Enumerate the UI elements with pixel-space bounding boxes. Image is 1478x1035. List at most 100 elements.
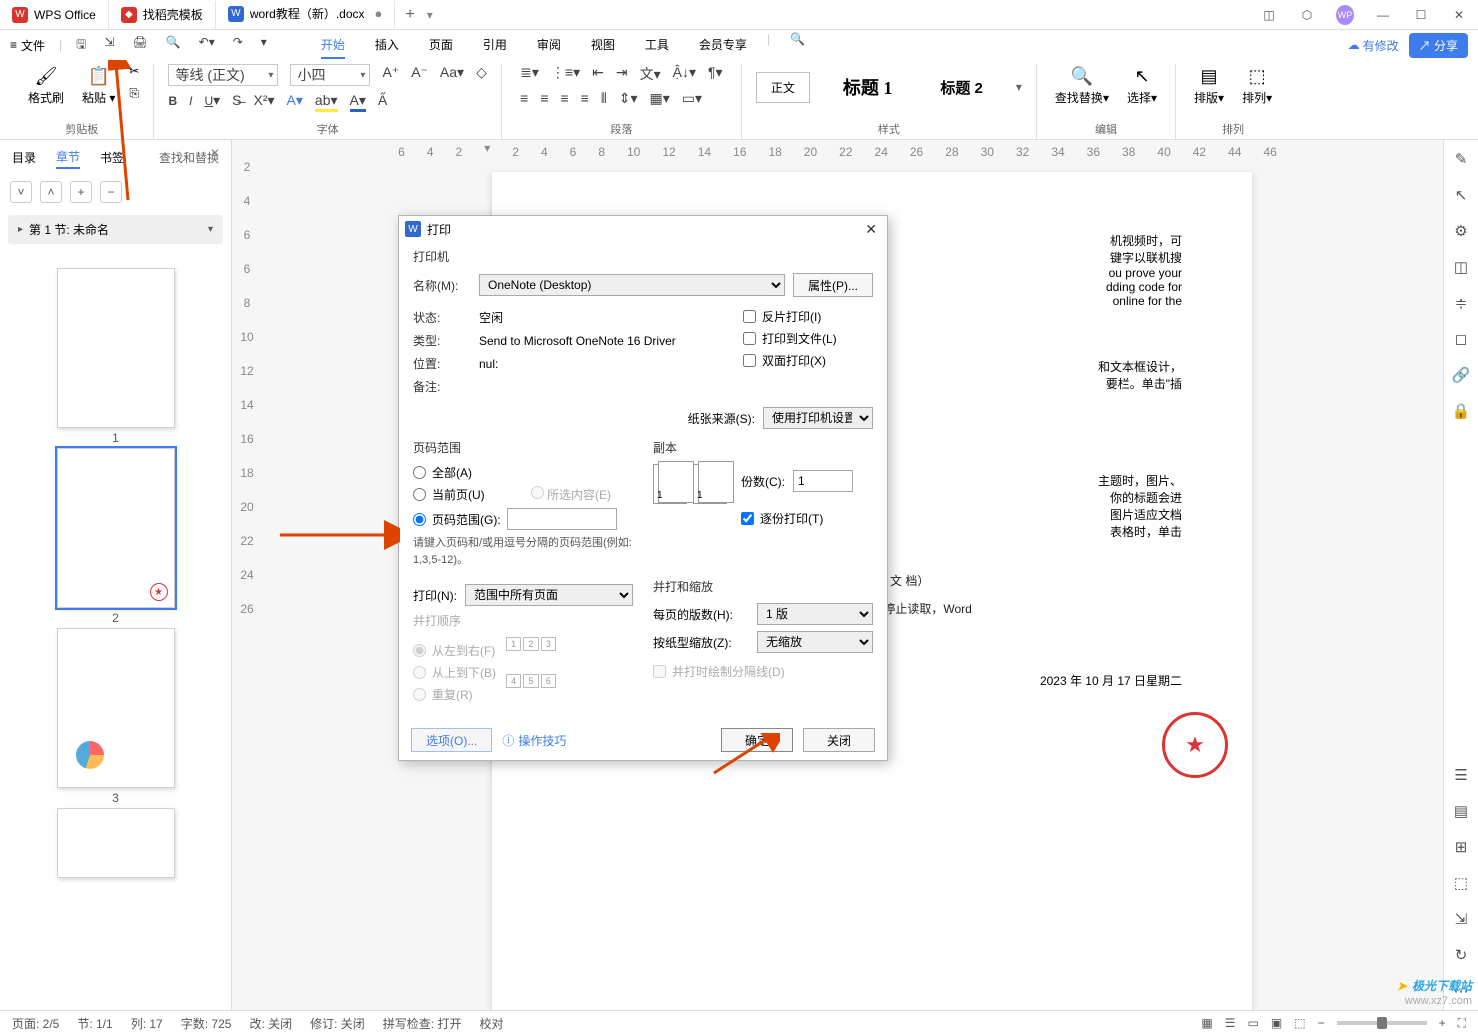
scale-select[interactable]: 无缩放 — [757, 631, 873, 653]
reverse-print-checkbox[interactable] — [743, 310, 756, 323]
tab-reference[interactable]: 引用 — [483, 32, 507, 59]
text-effect-icon[interactable]: A▾ — [287, 92, 303, 112]
paper-source-select[interactable]: 使用打印机设置 — [763, 407, 873, 429]
tab-templates[interactable]: ◆ 找稻壳模板 — [109, 1, 216, 29]
status-section[interactable]: 节: 1/1 — [77, 1015, 112, 1032]
range-pages-radio[interactable] — [413, 513, 426, 526]
horizontal-ruler[interactable]: 642 ▾ 2468101214161820222426283032343638… — [232, 140, 1443, 160]
cut-icon[interactable]: ✂ — [129, 64, 139, 78]
tab-wps[interactable]: W WPS Office — [0, 1, 109, 29]
find-replace-button[interactable]: 🔍查找替换▾ — [1051, 64, 1113, 108]
share-button[interactable]: ↗ 分享 — [1409, 33, 1468, 58]
style-gallery[interactable]: 正文 标题 1 标题 2 ▾ — [756, 64, 1022, 110]
copy-icon[interactable]: ⎘ — [129, 86, 139, 101]
tips-link[interactable]: ⓘ 操作技巧 — [502, 732, 566, 749]
strike-icon[interactable]: S̶ — [232, 92, 241, 112]
view-outline-icon[interactable]: ☰ — [1225, 1016, 1236, 1030]
new-tab-button[interactable]: + — [395, 6, 424, 24]
nav-remove-icon[interactable]: − — [100, 181, 122, 203]
thumb-2[interactable]: ★ 2 — [57, 448, 175, 608]
inc-indent-icon[interactable]: ⇥ — [616, 64, 628, 84]
font-family-combo[interactable]: 等线 (正文) — [168, 64, 278, 86]
rail-bookmark-icon[interactable]: ◻ — [1455, 330, 1467, 348]
paste-button[interactable]: 📋粘贴 ▾ — [78, 64, 119, 108]
cube-icon[interactable]: ⬡ — [1298, 5, 1316, 25]
tab-view[interactable]: 视图 — [591, 32, 615, 59]
bullets-icon[interactable]: ≣▾ — [520, 64, 539, 84]
rail-comment-icon[interactable]: ⊞ — [1455, 838, 1468, 856]
style-heading2[interactable]: 标题 2 — [925, 70, 998, 105]
undo-icon[interactable]: ↶▾ — [199, 35, 215, 56]
rail-select-icon[interactable]: ↖ — [1455, 186, 1468, 204]
options-button[interactable]: 选项(O)... — [411, 728, 492, 752]
nav-tab-outline[interactable]: 目录 — [12, 147, 36, 168]
superscript-icon[interactable]: X²▾ — [254, 92, 275, 112]
align-right-icon[interactable]: ≡ — [561, 90, 569, 107]
shrink-font-icon[interactable]: A⁻ — [411, 64, 428, 86]
nav-close-icon[interactable]: ✕ — [210, 146, 220, 160]
range-all-radio[interactable] — [413, 466, 426, 479]
avatar[interactable]: WP — [1336, 5, 1354, 25]
sort-icon[interactable]: Ậ↓▾ — [673, 64, 696, 84]
nav-up-icon[interactable]: ˄ — [40, 181, 62, 203]
tab-review[interactable]: 审阅 — [537, 32, 561, 59]
status-page[interactable]: 页面: 2/5 — [12, 1015, 59, 1032]
borders-icon[interactable]: ▭▾ — [682, 90, 702, 107]
status-column[interactable]: 列: 17 — [131, 1015, 163, 1032]
pages-per-sheet-select[interactable]: 1 版 — [757, 603, 873, 625]
thumb-3[interactable]: 3 — [57, 628, 175, 788]
zoom-in-icon[interactable]: + — [1439, 1016, 1446, 1030]
printer-select[interactable]: OneNote (Desktop) — [479, 274, 785, 296]
rail-link-icon[interactable]: 🔗 — [1452, 366, 1471, 384]
align-justify-icon[interactable]: ≡ — [581, 90, 589, 107]
status-track[interactable]: 改: 关闭 — [249, 1015, 292, 1032]
rail-tools-icon[interactable]: ⬚ — [1454, 874, 1468, 892]
minimize-icon[interactable]: — — [1374, 5, 1392, 25]
arrange-button[interactable]: ⬚排列▾ — [1238, 64, 1276, 108]
rail-export-icon[interactable]: ⇲ — [1455, 910, 1468, 928]
preview-icon[interactable]: 🔍 — [166, 35, 181, 56]
has-changes-button[interactable]: ☁ 有修改 — [1348, 37, 1399, 54]
view-print-icon[interactable]: ▦ — [1201, 1016, 1212, 1030]
status-revision[interactable]: 修订: 关闭 — [310, 1015, 365, 1032]
thumb-1[interactable]: 1 — [57, 268, 175, 428]
layout-button[interactable]: ▤排版▾ — [1190, 64, 1228, 108]
rail-shape-icon[interactable]: ◫ — [1454, 258, 1468, 276]
nav-tab-chapter[interactable]: 章节 — [56, 146, 80, 169]
zoom-out-icon[interactable]: − — [1318, 1016, 1325, 1030]
rail-clipboard-icon[interactable]: ☰ — [1454, 766, 1467, 784]
print-what-select[interactable]: 范围中所有页面 — [465, 584, 633, 606]
rail-lock-icon[interactable]: 🔒 — [1452, 402, 1471, 420]
zoom-slider[interactable] — [1337, 1021, 1427, 1025]
dialog-titlebar[interactable]: W 打印 ✕ — [399, 216, 887, 242]
dec-indent-icon[interactable]: ⇤ — [592, 64, 604, 84]
thumb-4[interactable] — [57, 808, 175, 878]
maximize-icon[interactable]: ☐ — [1412, 5, 1430, 25]
status-proof[interactable]: 校对 — [479, 1015, 503, 1032]
rail-settings-icon[interactable]: ⚙ — [1454, 222, 1467, 240]
font-size-combo[interactable]: 小四 — [290, 64, 370, 86]
ok-button[interactable]: 确定 — [721, 728, 793, 752]
shading-icon[interactable]: ▦▾ — [650, 90, 670, 107]
clear-format-icon[interactable]: ◇ — [476, 64, 487, 86]
rail-history-icon[interactable]: ↻ — [1455, 946, 1468, 964]
save-icon[interactable]: 🖫 — [76, 35, 86, 56]
font-color-icon[interactable]: A▾ — [350, 92, 366, 112]
italic-icon[interactable]: I — [189, 92, 192, 112]
status-spell[interactable]: 拼写检查: 打开 — [383, 1015, 462, 1032]
vertical-ruler[interactable]: 24668101214161820222426 — [236, 160, 258, 1010]
view-read-icon[interactable]: ▣ — [1271, 1016, 1282, 1030]
format-painter-button[interactable]: 🖌格式刷 — [24, 64, 68, 108]
duplex-checkbox[interactable] — [743, 354, 756, 367]
search-icon[interactable]: 🔍 — [790, 32, 805, 59]
tab-insert[interactable]: 插入 — [375, 32, 399, 59]
highlight-icon[interactable]: ab▾ — [315, 92, 338, 112]
copies-input[interactable] — [793, 470, 853, 492]
view-web-icon[interactable]: ▭ — [1248, 1016, 1259, 1030]
range-current-radio[interactable] — [413, 488, 426, 501]
tab-member[interactable]: 会员专享 — [699, 32, 747, 59]
qat-dropdown-icon[interactable]: ▾ — [261, 35, 267, 56]
pinyin-icon[interactable]: A̋ — [378, 92, 387, 112]
grow-font-icon[interactable]: A⁺ — [382, 64, 399, 86]
rail-edit-icon[interactable]: ✎ — [1455, 150, 1468, 168]
